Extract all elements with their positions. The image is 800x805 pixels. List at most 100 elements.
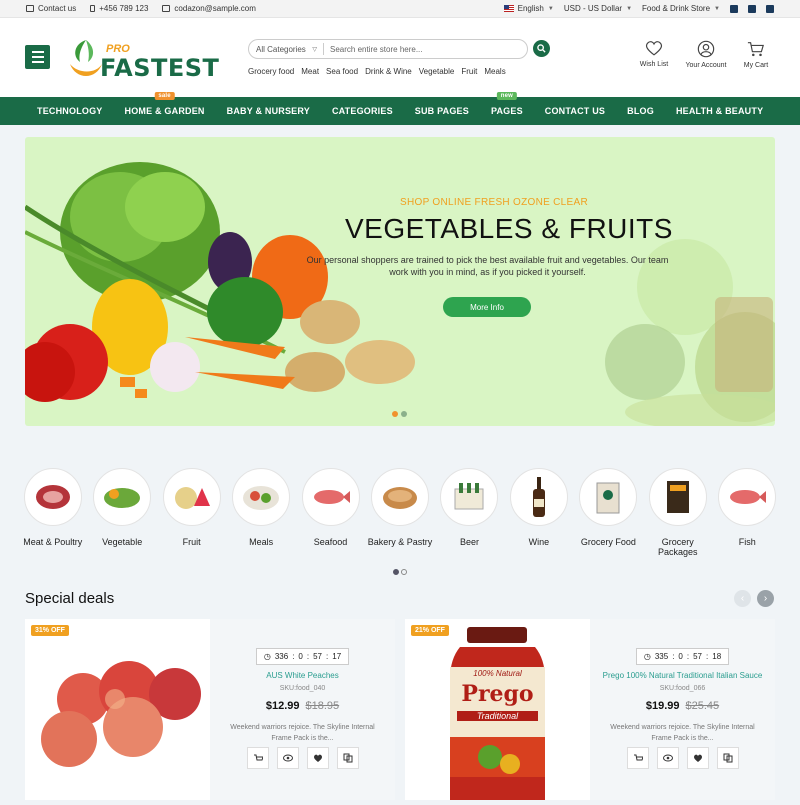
search-bar: All Categories ▽ Search entire store her… [248,39,528,59]
beer-icon [440,468,499,526]
menu-button[interactable] [25,45,50,69]
cart-icon [634,754,643,761]
quick-link[interactable]: Vegetable [419,67,455,76]
linkedin-icon[interactable] [766,4,774,13]
email-link[interactable]: codazon@sample.com [162,4,256,13]
jar-label-bottom: Traditional [457,711,538,721]
search-icon [537,44,546,53]
category-dots [393,569,407,575]
quick-view-button[interactable] [277,747,299,769]
bakery-icon [370,468,429,526]
search-button[interactable] [533,40,550,57]
carousel-dot[interactable] [393,569,399,575]
phone-link[interactable]: +456 789 123 [90,4,148,13]
product-card[interactable]: 100% Natural Prego Traditional 21% OFF ◷… [405,619,775,800]
quick-link[interactable]: Meals [484,67,505,76]
search-category-select[interactable]: All Categories ▽ [249,43,324,55]
nav-item-baby-nursery[interactable]: BABY & NURSERY [227,106,310,116]
compare-button[interactable] [717,747,739,769]
heart-icon [314,754,322,762]
phone-icon [90,5,96,12]
meat-icon [23,468,82,526]
product-actions [247,747,359,769]
carousel-dot[interactable] [401,569,407,575]
slider-dot[interactable] [392,411,398,417]
twitter-icon[interactable] [730,4,738,13]
cart-icon [747,42,764,57]
cart-icon [254,754,263,761]
wishlist-button[interactable] [307,747,329,769]
envelope-icon [162,5,171,12]
nav-item-blog[interactable]: BLOG [627,106,654,116]
product-card[interactable]: 31% OFF ◷ 336: 0: 57: 17 AUS White Peach… [25,619,395,800]
category-fruit[interactable]: Fruit [157,468,226,557]
hero-title: VEGETABLES & FRUITS [345,213,673,244]
quick-link[interactable]: Grocery food [248,67,294,76]
jar-label-top: 100% Natural [473,669,522,678]
discount-badge: 21% OFF [411,625,449,636]
add-to-cart-button[interactable] [627,747,649,769]
chevron-left-icon: ‹ [740,593,745,604]
clock-icon: ◷ [263,652,271,661]
category-grocery-food[interactable]: Grocery Food [574,468,643,557]
hero-description: Our personal shoppers are trained to pic… [306,255,669,277]
top-bar: Contact us +456 789 123 codazon@sample.c… [0,0,800,18]
category-fish[interactable]: Fish [713,468,782,557]
clock-icon: ◷ [643,652,651,661]
compare-icon [343,753,353,763]
cart-button[interactable]: My Cart [726,40,786,69]
category-meat-poultry[interactable]: Meat & Poultry [18,468,87,557]
store-selector[interactable]: Food & Drink Store ▼ [642,4,720,13]
quick-link[interactable]: Meat [301,67,319,76]
product-image[interactable]: 100% Natural Prego Traditional 21% OFF [405,619,590,800]
hero-banner: SHOP ONLINE FRESH OZONE CLEAR VEGETABLES… [25,137,775,426]
category-wine[interactable]: Wine [504,468,573,557]
nav-item-categories[interactable]: CATEGORIES [332,106,393,116]
next-arrow[interactable]: › [757,590,774,607]
quick-links: Grocery food Meat Sea food Drink & Wine … [248,67,506,76]
category-grocery-packages[interactable]: Grocery Packages [643,468,712,557]
quick-view-button[interactable] [657,747,679,769]
nav-item-contact-us[interactable]: CONTACT US [545,106,605,116]
hero-subtitle: SHOP ONLINE FRESH OZONE CLEAR [400,197,588,208]
nav-item-health-beauty[interactable]: HEALTH & BEAUTY [676,106,763,116]
wishlist-button[interactable] [687,747,709,769]
category-meals[interactable]: Meals [226,468,295,557]
nav-item-pages[interactable]: new PAGES [491,92,523,116]
nav-item-home-garden[interactable]: sale HOME & GARDEN [125,92,205,116]
category-bakery-pastry[interactable]: Bakery & Pastry [365,468,434,557]
language-selector[interactable]: English ▼ [503,4,554,13]
category-seafood[interactable]: Seafood [296,468,365,557]
countdown-timer: ◷ 335: 0: 57: 18 [636,648,729,665]
prev-arrow[interactable]: ‹ [734,590,751,607]
product-description: Weekend warriors rejoice. The Skyline In… [610,724,755,742]
heart-icon [645,41,663,56]
quick-link[interactable]: Drink & Wine [365,67,412,76]
search-input[interactable]: Search entire store here... [324,45,423,54]
more-info-button[interactable]: More Info [443,297,531,317]
wine-icon [509,468,568,526]
compare-button[interactable] [337,747,359,769]
quick-link[interactable]: Sea food [326,67,358,76]
sale-badge: sale [154,92,175,100]
product-name[interactable]: Prego 100% Natural Traditional Italian S… [590,671,775,680]
wishlist-button[interactable]: Wish List [624,40,684,68]
contact-link[interactable]: Contact us [26,4,76,13]
logo[interactable]: PRO FASTEST [66,36,219,82]
heart-icon [694,754,702,762]
product-name[interactable]: AUS White Peaches [210,671,395,680]
slider-dot[interactable] [401,411,407,417]
product-info: ◷ 335: 0: 57: 18 Prego 100% Natural Trad… [590,619,775,800]
product-sku: SKU:food_040 [279,685,326,692]
currency-selector[interactable]: USD - US Dollar ▼ [564,4,632,13]
nav-item-technology[interactable]: TECHNOLOGY [37,106,103,116]
add-to-cart-button[interactable] [247,747,269,769]
facebook-icon[interactable] [748,4,756,13]
nav-item-sub-pages[interactable]: SUB PAGES [415,106,469,116]
product-price: $12.99 $18.95 [265,700,340,712]
category-vegetable[interactable]: Vegetable [87,468,156,557]
product-image[interactable]: 31% OFF [25,619,210,800]
jar-label-brand: Prego [461,681,534,707]
quick-link[interactable]: Fruit [461,67,477,76]
category-beer[interactable]: Beer [435,468,504,557]
